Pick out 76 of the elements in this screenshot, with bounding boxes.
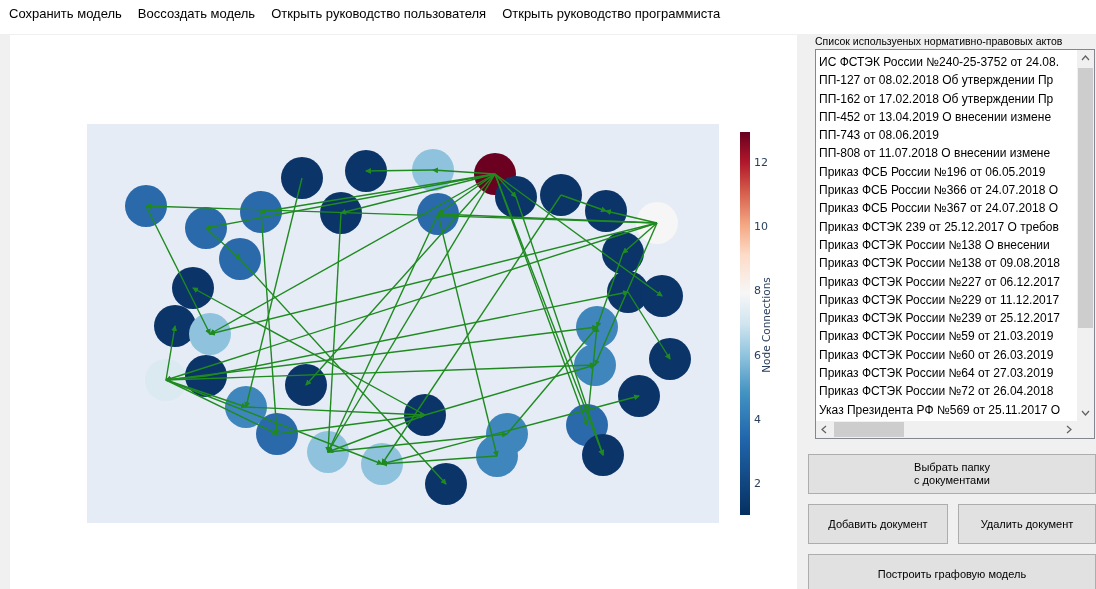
graph-node: [412, 149, 454, 191]
document-item[interactable]: ПП-743 от 08.06.2019: [819, 126, 939, 145]
action-button[interactable]: Выбрать папку с документами: [808, 454, 1096, 494]
menu-item[interactable]: Воссоздать модель: [136, 4, 257, 24]
scroll-right-icon[interactable]: [1066, 425, 1072, 434]
graph-node: [582, 434, 624, 476]
document-item[interactable]: Приказ ФСТЭК России №229 от 11.12.2017: [819, 290, 1060, 310]
graph-node: [145, 359, 187, 401]
graph-node: [172, 267, 214, 309]
colorbar-tick-label: 4: [754, 412, 761, 426]
document-item[interactable]: Приказ ФСБ России №196 от 06.05.2019: [819, 162, 1046, 182]
list-title: Список используеных нормативно-правовых актов: [815, 35, 1064, 48]
document-item[interactable]: Приказ ФСТЭК России №138 О внесении: [819, 235, 1050, 255]
graph-node: [281, 157, 323, 199]
document-item[interactable]: ИС ФСТЭК России №240-25-3752 от 24.08.: [819, 53, 1060, 72]
graph-node: [240, 191, 282, 233]
graph-node: [641, 275, 683, 317]
graph-node: [476, 435, 518, 477]
document-item[interactable]: Приказ ФСБ России №367 от 24.07.2018 О: [819, 199, 1058, 218]
graph-node: [417, 193, 459, 235]
document-item[interactable]: Приказ ФСБ России №366 от 24.07.2018 О: [819, 181, 1058, 200]
graph-node: [320, 192, 362, 234]
menu-item[interactable]: Открыть руководство программиста: [501, 4, 722, 24]
document-item[interactable]: ПП-127 от 08.02.2018 Об утверждении Пр: [819, 71, 1054, 90]
document-item[interactable]: Приказ ФСТЭК России №138 от 09.08.2018: [819, 254, 1060, 273]
graph-node: [602, 232, 644, 274]
graph-node: [636, 202, 678, 244]
document-item[interactable]: Указ Президента РФ №569 от 25.11.2017 О: [819, 400, 1061, 419]
colorbar-tick-label: 10: [754, 220, 768, 234]
graph-node: [574, 344, 616, 386]
scroll-up-icon[interactable]: [1081, 55, 1090, 61]
graph-node: [585, 190, 627, 232]
document-item[interactable]: ПП-452 от 13.04.2019 О внесении измене: [819, 107, 1052, 127]
graph-node: [189, 313, 231, 355]
graph-node: [540, 174, 582, 216]
graph-node: [495, 176, 537, 218]
graph-node: [404, 394, 446, 436]
document-item[interactable]: Приказ ФСТЭК 239 от 25.12.2017 О требов: [819, 217, 1059, 236]
action-button[interactable]: Добавить документ: [808, 504, 948, 544]
graph-node: [225, 386, 267, 428]
graph-node: [185, 355, 227, 397]
document-item[interactable]: Приказ ФСТЭК России №59 от 21.03.2019: [819, 327, 1054, 346]
document-item[interactable]: Приказ ФСТЭК России №60 от 26.03.2019: [819, 345, 1054, 365]
document-item[interactable]: ПП-162 от 17.02.2018 Об утверждении Пр: [819, 89, 1054, 108]
graph-node: [154, 305, 196, 347]
action-button[interactable]: Удалить документ: [958, 504, 1096, 544]
graph-node: [256, 413, 298, 455]
colorbar-tick-label: 2: [754, 477, 761, 490]
horizontal-scrollbar[interactable]: [816, 421, 1077, 438]
colorbar-tick-label: 12: [754, 156, 768, 169]
document-item[interactable]: Приказ ФСТЭК России №227 от 06.12.2017: [819, 272, 1060, 291]
colorbar-title: Node Connections: [760, 277, 772, 373]
action-button[interactable]: Построить графовую модель: [808, 554, 1096, 589]
graph-node: [345, 150, 387, 192]
graph-node: [649, 338, 691, 380]
graph-node: [361, 443, 403, 485]
document-list[interactable]: [815, 49, 1095, 439]
document-item[interactable]: Приказ ФСТЭК России №64 от 27.03.2019: [819, 364, 1054, 383]
vertical-scrollbar[interactable]: [1077, 50, 1094, 421]
menu-item[interactable]: Сохранить модель: [8, 4, 123, 24]
graph-node: [285, 364, 327, 406]
graph-node: [618, 375, 660, 417]
scroll-left-icon[interactable]: [821, 425, 827, 434]
graph-node: [219, 238, 261, 280]
colorbar-tick-label: 8: [754, 284, 761, 298]
scroll-down-icon[interactable]: [1081, 410, 1090, 416]
menu-item[interactable]: Открыть руководство пользователя: [270, 4, 488, 24]
document-item[interactable]: Приказ ФСТЭК России №239 от 25.12.2017: [819, 309, 1060, 328]
colorbar-tick-label: 6: [754, 348, 761, 362]
graph-node: [185, 207, 227, 249]
document-item[interactable]: Приказ ФСТЭК России №72 от 26.04.2018: [819, 382, 1054, 401]
document-item[interactable]: ПП-808 от 11.07.2018 О внесении измене: [819, 144, 1051, 163]
graph-node: [425, 463, 467, 505]
graph-node: [576, 306, 618, 348]
graph-node: [125, 185, 167, 227]
graph-node: [307, 431, 349, 473]
